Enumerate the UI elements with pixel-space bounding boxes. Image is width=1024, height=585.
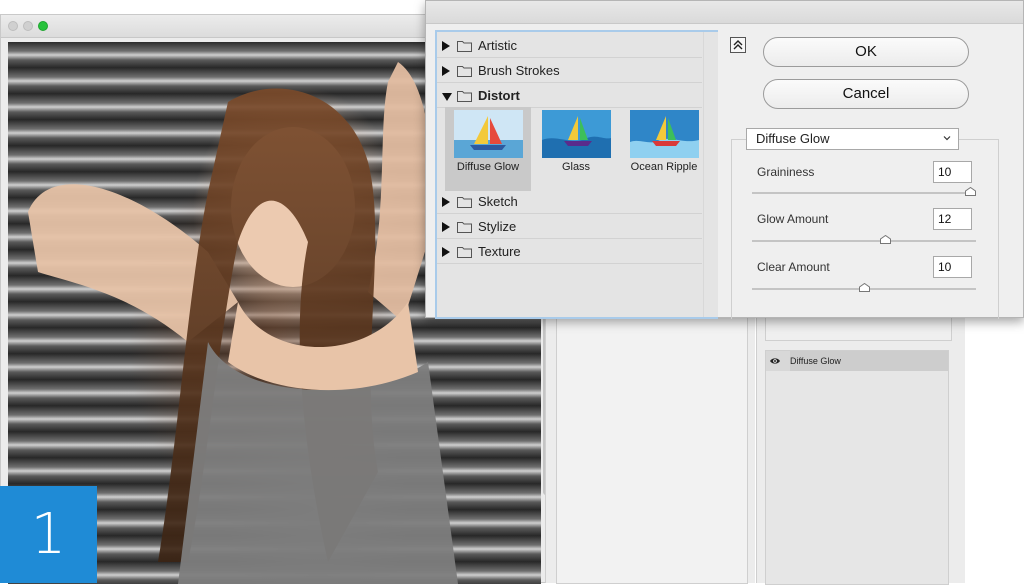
category-label: Sketch: [478, 194, 518, 209]
filter-select[interactable]: Diffuse Glow: [746, 128, 959, 150]
category-label: Brush Strokes: [478, 63, 560, 78]
effect-layers-panel: Diffuse Glow: [756, 318, 965, 585]
thumb-label: Ocean Ripple: [630, 161, 698, 173]
close-window-button[interactable]: [8, 21, 18, 31]
clear-amount-input[interactable]: 10: [933, 256, 972, 278]
clear-amount-label: Clear Amount: [757, 260, 830, 274]
step-number-badge: 1: [0, 486, 97, 583]
folder-icon: [457, 197, 472, 208]
eye-icon[interactable]: [770, 356, 780, 366]
category-stylize[interactable]: Stylize: [437, 215, 702, 239]
chevron-down-icon: [943, 136, 951, 141]
collapse-gallery-button[interactable]: [730, 37, 746, 53]
category-label: Stylize: [478, 219, 517, 234]
glow-amount-slider[interactable]: [752, 235, 976, 244]
glow-amount-input[interactable]: 12: [933, 208, 972, 230]
expand-triangle-icon[interactable]: [442, 197, 450, 207]
category-texture[interactable]: Texture: [437, 240, 702, 264]
folder-icon: [457, 66, 472, 77]
category-label: Artistic: [478, 38, 517, 53]
collapse-triangle-icon[interactable]: [442, 93, 452, 101]
filter-list-panel-lower: [545, 318, 755, 584]
slider-thumb[interactable]: [965, 187, 976, 196]
slider-thumb[interactable]: [859, 283, 870, 292]
graininess-slider[interactable]: [752, 187, 976, 196]
effect-layer-row[interactable]: Diffuse Glow: [766, 351, 948, 371]
zoom-window-button[interactable]: [38, 21, 48, 31]
glow-amount-label: Glow Amount: [757, 212, 829, 226]
expand-triangle-icon[interactable]: [442, 247, 450, 257]
filter-thumb-ocean-ripple[interactable]: Ocean Ripple: [621, 107, 707, 191]
filter-thumb-glass[interactable]: Glass: [533, 107, 619, 191]
dialog-titlebar: [426, 1, 1023, 24]
filter-list-lower-area: [556, 318, 748, 584]
slider-thumb[interactable]: [880, 235, 891, 244]
ocean-ripple-thumbnail: [630, 110, 699, 158]
thumb-label: Glass: [561, 161, 591, 173]
filter-gallery-dialog: Artistic Brush Strokes Distort Diffuse G…: [425, 0, 1024, 319]
category-artistic[interactable]: Artistic: [437, 34, 702, 58]
thumb-label: Diffuse Glow: [456, 161, 520, 173]
ok-button[interactable]: OK: [763, 37, 969, 67]
folder-icon: [457, 222, 472, 233]
expand-triangle-icon[interactable]: [442, 222, 450, 232]
cancel-button[interactable]: Cancel: [763, 79, 969, 109]
clear-amount-slider[interactable]: [752, 283, 976, 292]
graininess-input[interactable]: 10: [933, 161, 972, 183]
minimize-window-button[interactable]: [23, 21, 33, 31]
settings-area-lower: [765, 318, 952, 341]
category-brush-strokes[interactable]: Brush Strokes: [437, 59, 702, 83]
folder-icon: [457, 91, 472, 102]
folder-icon: [457, 247, 472, 258]
category-sketch[interactable]: Sketch: [437, 190, 702, 214]
expand-triangle-icon[interactable]: [442, 41, 450, 51]
tree-scrollbar[interactable]: [703, 32, 718, 317]
folder-icon: [457, 41, 472, 52]
effect-layer-label: Diffuse Glow: [790, 351, 948, 371]
filter-select-value: Diffuse Glow: [756, 131, 830, 146]
category-label: Texture: [478, 244, 521, 259]
expand-triangle-icon[interactable]: [442, 66, 450, 76]
graininess-label: Graininess: [757, 165, 815, 179]
filter-category-tree: Artistic Brush Strokes Distort Diffuse G…: [435, 30, 718, 319]
double-chevron-up-icon: [733, 40, 743, 50]
glass-thumbnail: [542, 110, 611, 158]
category-label: Distort: [478, 88, 520, 103]
filter-thumb-diffuse-glow[interactable]: Diffuse Glow: [445, 107, 531, 191]
category-distort[interactable]: Distort: [437, 84, 702, 108]
diffuse-glow-thumbnail: [454, 110, 523, 158]
distort-thumbnails: Diffuse Glow Glass Ocean Ripple: [445, 107, 703, 191]
effect-layer-list: Diffuse Glow: [765, 350, 949, 585]
